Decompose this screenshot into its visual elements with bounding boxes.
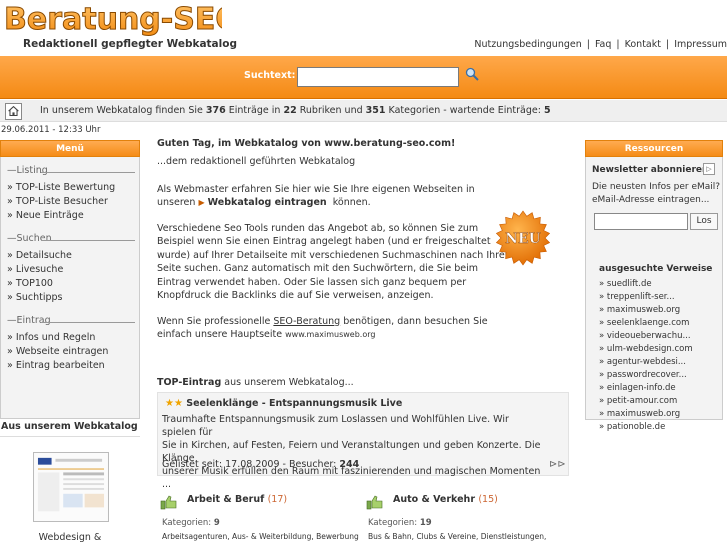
hauptseite-link[interactable]: www.maximusweb.org bbox=[285, 330, 375, 339]
resources-box: Newsletter abonnieren ▷ Die neusten Info… bbox=[585, 157, 723, 432]
category-title: Arbeit & Beruf bbox=[187, 494, 265, 505]
intro-subtitle: ...dem redaktionell geführten Webkatalog bbox=[157, 156, 356, 167]
neu-badge-icon: NEU bbox=[495, 210, 551, 266]
newsletter-submit-button[interactable]: Los bbox=[690, 213, 718, 230]
svg-text:NEU: NEU bbox=[505, 231, 541, 247]
selected-link[interactable]: » petit-amour.com bbox=[599, 395, 693, 408]
newsletter-email-input[interactable] bbox=[594, 213, 688, 230]
waiting-count: 5 bbox=[543, 105, 551, 116]
selected-link[interactable]: » maximusweb.org bbox=[599, 408, 693, 421]
menu-item-suchtipps[interactable]: » Suchtipps bbox=[1, 291, 139, 305]
menu-item-neue-eintraege[interactable]: » Neue Einträge bbox=[1, 209, 139, 223]
thumbs-up-icon bbox=[366, 495, 383, 510]
category-subcategories[interactable]: Bus & Bahn, Clubs & Vereine, Dienstleist… bbox=[368, 532, 546, 541]
search-label: Suchtext: bbox=[244, 70, 296, 81]
newsletter-text: Die neusten Infos per eMail? eMail-Adres… bbox=[592, 182, 721, 205]
top-entry-description: Traumhafte Entspannungsmusik zum Loslass… bbox=[162, 414, 541, 490]
selected-link[interactable]: » seelenklaenge.com bbox=[599, 317, 693, 330]
arrow-right-icon: ▶ bbox=[198, 198, 205, 207]
home-icon[interactable] bbox=[5, 103, 22, 120]
menu-group-suchen: —Suchen bbox=[1, 233, 139, 249]
menu-item-infos-regeln[interactable]: » Infos und Regeln bbox=[1, 331, 139, 345]
webmaster-line: Als Webmaster erfahren Sie hier wie Sie … bbox=[157, 183, 475, 195]
aus-webkatalog-title: Aus unserem Webkatalog bbox=[1, 421, 138, 432]
menu-group-listing: —Listing bbox=[1, 165, 139, 181]
category-title: Auto & Verkehr bbox=[393, 494, 475, 505]
webkatalog-eintragen-link[interactable]: Webkatalog eintragen bbox=[208, 197, 327, 208]
top-entry-heading: TOP-Eintrag aus unserem Webkatalog... bbox=[157, 377, 354, 388]
newsletter-title: Newsletter abonnieren bbox=[592, 165, 709, 175]
selected-links-list: » suedlift.de» treppenlift-ser...» maxim… bbox=[599, 278, 693, 434]
top-entry-box: ★★ Seelenklänge - Entspannungsmusik Live… bbox=[157, 392, 569, 490]
category-subcategories[interactable]: Arbeitsagenturen, Aus- & Weiterbildung, … bbox=[162, 532, 359, 541]
next-entry-icon[interactable]: ⊳⊳ bbox=[549, 459, 566, 470]
selected-link[interactable]: » pationoble.de bbox=[599, 421, 693, 434]
header: Beratung-SEO Redaktionell gepflegter Web… bbox=[0, 0, 727, 56]
svg-text:Beratung-SEO: Beratung-SEO bbox=[4, 2, 222, 37]
menu-title: Menü bbox=[0, 140, 140, 157]
top-entry-visitors: 244 bbox=[339, 459, 360, 470]
left-column: Menü —Listing » TOP-Liste Bewertung » TO… bbox=[0, 140, 140, 419]
menu-group-eintrag: —Eintrag bbox=[1, 315, 139, 331]
top-entry-meta: Gelistet seit: 17.08.2009 - Besucher: 24… bbox=[162, 459, 360, 470]
nav-faq[interactable]: Faq bbox=[595, 39, 611, 50]
webmaster-line-2: unseren ▶ Webkatalog eintragen können. bbox=[157, 197, 371, 208]
entries-count: 376 bbox=[205, 105, 226, 116]
selected-link[interactable]: » videoueberwachu... bbox=[599, 330, 693, 343]
nav-kontakt[interactable]: Kontakt bbox=[625, 39, 661, 50]
thumbs-up-icon bbox=[160, 495, 177, 510]
selected-link[interactable]: » ulm-webdesign.com bbox=[599, 343, 693, 356]
selected-links-title: ausgesuchte Verweise bbox=[599, 264, 713, 274]
nav-impressum[interactable]: Impressum bbox=[674, 39, 727, 50]
resources-title: Ressourcen bbox=[585, 140, 723, 157]
catalog-stats: In unserem Webkatalog finden Sie 376 Ein… bbox=[40, 105, 551, 116]
greeting-heading: Guten Tag, im Webkatalog von www.beratun… bbox=[157, 138, 456, 149]
menu-item-detailsuche[interactable]: » Detailsuche bbox=[1, 249, 139, 263]
tagline: Redaktionell gepflegter Webkatalog bbox=[23, 38, 237, 50]
newsletter-arrow-icon[interactable]: ▷ bbox=[703, 163, 715, 175]
selected-link[interactable]: » passwordrecover... bbox=[599, 369, 693, 382]
selected-link[interactable]: » einlagen-info.de bbox=[599, 382, 693, 395]
seo-beratung-link[interactable]: SEO-Beratung bbox=[273, 316, 340, 327]
rubrics-count: 22 bbox=[283, 105, 297, 116]
selected-link[interactable]: » suedlift.de bbox=[599, 278, 693, 291]
right-column: Ressourcen Newsletter abonnieren ▷ Die n… bbox=[585, 140, 723, 432]
site-logo[interactable]: Beratung-SEO bbox=[2, 0, 223, 38]
selected-link[interactable]: » maximusweb.org bbox=[599, 304, 693, 317]
menu-box: —Listing » TOP-Liste Bewertung » TOP-Lis… bbox=[0, 157, 140, 419]
top-entry-title[interactable]: Seelenklänge - Entspannungsmusik Live bbox=[186, 398, 402, 409]
search-icon[interactable] bbox=[465, 67, 479, 81]
selected-link[interactable]: » treppenlift-ser... bbox=[599, 291, 693, 304]
thumbnail-caption: Webdesign & bbox=[38, 532, 102, 543]
nav-nutzungsbedingungen[interactable]: Nutzungsbedingungen bbox=[474, 39, 581, 50]
menu-item-eintrag-bearbeiten[interactable]: » Eintrag bearbeiten bbox=[1, 359, 139, 373]
beratung-paragraph: Wenn Sie professionelle SEO-Beratung ben… bbox=[157, 315, 488, 341]
menu-item-top100[interactable]: » TOP100 bbox=[1, 277, 139, 291]
website-thumbnail[interactable] bbox=[33, 452, 109, 522]
category-count: (15) bbox=[478, 494, 498, 505]
rating-stars-icon: ★★ bbox=[165, 398, 183, 409]
menu-item-top-besucher[interactable]: » TOP-Liste Besucher bbox=[1, 195, 139, 209]
search-bar: Suchtext: bbox=[0, 56, 727, 99]
selected-link[interactable]: » agentur-webdesi... bbox=[599, 356, 693, 369]
menu-item-webseite-eintragen[interactable]: » Webseite eintragen bbox=[1, 345, 139, 359]
current-date: 29.06.2011 - 12:33 Uhr bbox=[1, 125, 101, 135]
top-nav: Nutzungsbedingungen | Faq | Kontakt | Impressu… bbox=[474, 39, 727, 50]
category-count: (17) bbox=[267, 494, 288, 505]
search-input[interactable] bbox=[297, 67, 459, 87]
info-bar: In unserem Webkatalog finden Sie 376 Ein… bbox=[0, 100, 727, 122]
categories-count: 351 bbox=[365, 105, 386, 116]
menu-item-top-bewertung[interactable]: » TOP-Liste Bewertung bbox=[1, 181, 139, 195]
menu-item-livesuche[interactable]: » Livesuche bbox=[1, 263, 139, 277]
